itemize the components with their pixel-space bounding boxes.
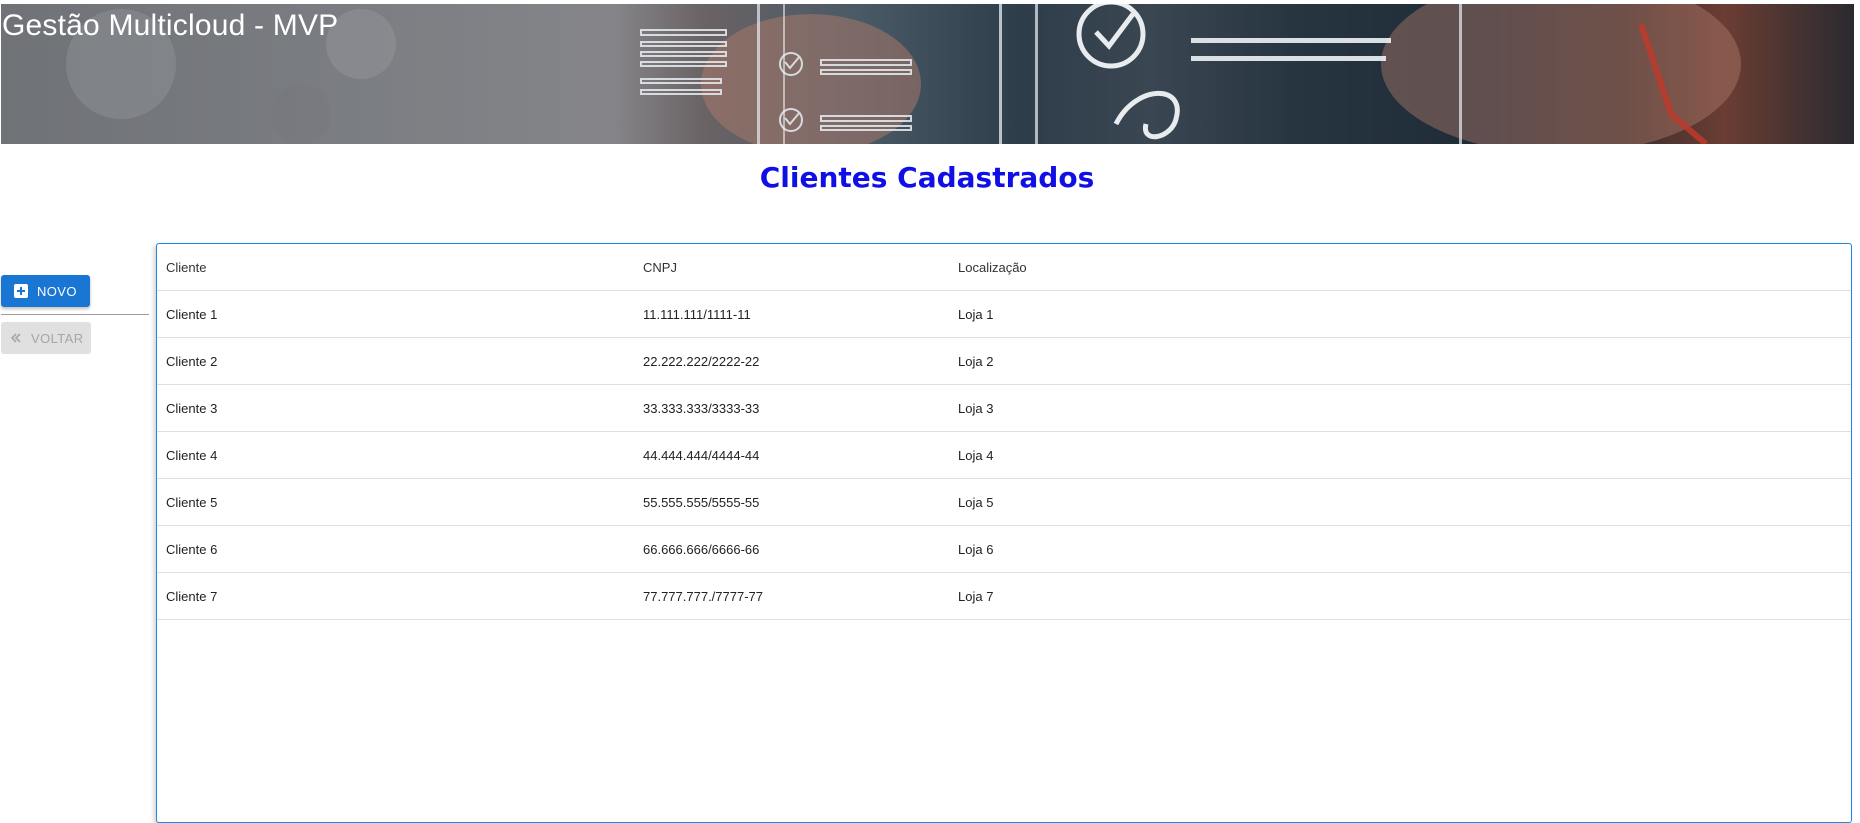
header-banner: Gestão Multicloud - MVP (1, 4, 1854, 144)
cell-localizacao: Loja 1 (958, 307, 994, 322)
column-header-localizacao[interactable]: Localização (958, 244, 1027, 291)
cell-cnpj: 44.444.444/4444-44 (643, 448, 760, 463)
table-row[interactable]: Cliente 4 44.444.444/4444-44 Loja 4 (157, 432, 1851, 479)
cell-cliente: Cliente 3 (166, 401, 218, 416)
novo-button-label: NOVO (37, 283, 77, 299)
table-row[interactable]: Cliente 2 22.222.222/2222-22 Loja 2 (157, 338, 1851, 385)
table-row[interactable]: Cliente 7 77.777.777./7777-77 Loja 7 (157, 573, 1851, 620)
cell-cnpj: 11.111.111/1111-11 (643, 307, 751, 322)
app-title: Gestão Multicloud - MVP (2, 9, 339, 42)
cell-cnpj: 22.222.222/2222-22 (643, 354, 760, 369)
voltar-button-label: VOLTAR (31, 330, 84, 346)
cell-cnpj: 55.555.555/5555-55 (643, 495, 760, 510)
plus-box-icon (14, 284, 28, 298)
cell-localizacao: Loja 5 (958, 495, 994, 510)
table-row[interactable]: Cliente 5 55.555.555/5555-55 Loja 5 (157, 479, 1851, 526)
cell-cliente: Cliente 7 (166, 589, 218, 604)
double-chevron-left-icon (10, 332, 22, 344)
voltar-button[interactable]: VOLTAR (1, 322, 91, 354)
cell-cliente: Cliente 6 (166, 542, 218, 557)
cell-localizacao: Loja 2 (958, 354, 994, 369)
cell-cnpj: 66.666.666/6666-66 (643, 542, 760, 557)
cell-localizacao: Loja 7 (958, 589, 994, 604)
cell-localizacao: Loja 6 (958, 542, 994, 557)
column-header-cnpj[interactable]: CNPJ (643, 244, 677, 291)
column-header-cliente[interactable]: Cliente (166, 244, 206, 291)
cell-cliente: Cliente 5 (166, 495, 218, 510)
cell-cnpj: 77.777.777./7777-77 (643, 589, 763, 604)
side-divider (1, 314, 149, 315)
page-title: Clientes Cadastrados (759, 161, 1095, 194)
cell-localizacao: Loja 3 (958, 401, 994, 416)
table-header-row: Cliente CNPJ Localização (157, 244, 1851, 291)
cell-localizacao: Loja 4 (958, 448, 994, 463)
cell-cnpj: 33.333.333/3333-33 (643, 401, 760, 416)
clients-table: Cliente CNPJ Localização Cliente 1 11.11… (156, 243, 1852, 823)
table-row[interactable]: Cliente 6 66.666.666/6666-66 Loja 6 (157, 526, 1851, 573)
cell-cliente: Cliente 2 (166, 354, 218, 369)
cell-cliente: Cliente 1 (166, 307, 218, 322)
table-row[interactable]: Cliente 3 33.333.333/3333-33 Loja 3 (157, 385, 1851, 432)
table-row[interactable]: Cliente 1 11.111.111/1111-11 Loja 1 (157, 291, 1851, 338)
cell-cliente: Cliente 4 (166, 448, 218, 463)
novo-button[interactable]: NOVO (1, 275, 90, 307)
